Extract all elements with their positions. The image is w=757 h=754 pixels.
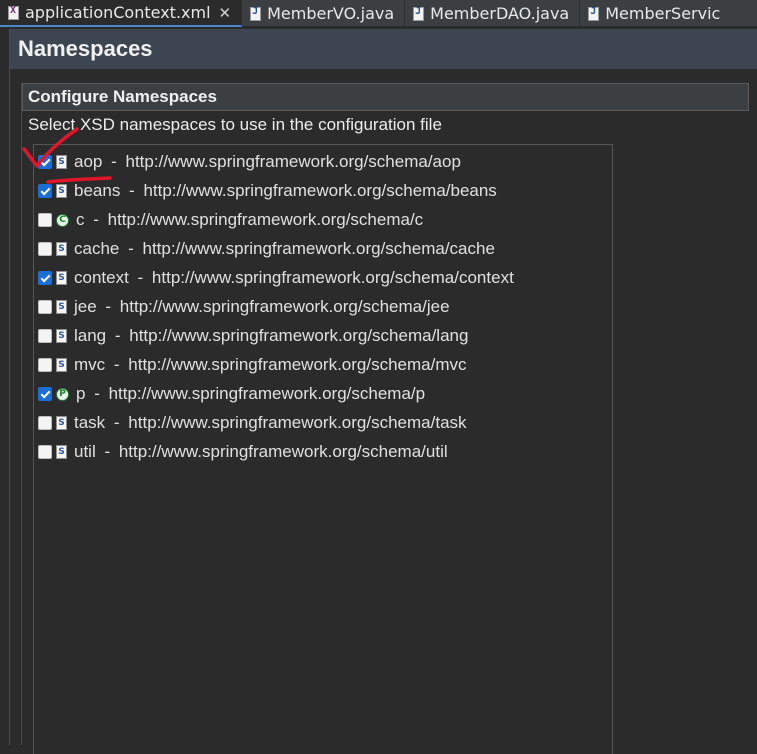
tab-memberdao-java[interactable]: MemberDAO.java <box>405 0 581 27</box>
namespace-row-beans[interactable]: Sbeans - http://www.springframework.org/… <box>38 179 497 203</box>
tab-memberservice-java[interactable]: MemberServic <box>580 0 730 27</box>
namespace-separator: - <box>88 210 104 229</box>
namespace-prefix: c <box>76 210 85 229</box>
namespace-uri: http://www.springframework.org/schema/be… <box>143 181 497 200</box>
namespace-checkbox[interactable] <box>38 445 52 459</box>
namespaces-editor: Namespaces Configure Namespaces Select X… <box>9 29 757 754</box>
namespace-separator: - <box>132 268 148 287</box>
schema-icon: S <box>56 155 67 169</box>
namespace-separator: - <box>109 355 125 374</box>
namespace-prefix: aop <box>74 152 103 171</box>
namespace-separator: - <box>89 384 105 403</box>
tab-label: MemberDAO.java <box>430 4 570 23</box>
tab-membervo-java[interactable]: MemberVO.java <box>242 0 406 27</box>
namespace-uri: http://www.springframework.org/schema/c <box>107 210 424 229</box>
namespace-uri: http://www.springframework.org/schema/co… <box>151 268 514 287</box>
namespace-row-mvc[interactable]: Smvc - http://www.springframework.org/sc… <box>38 353 467 377</box>
schema-icon: S <box>56 184 67 198</box>
namespace-uri: http://www.springframework.org/schema/ao… <box>125 152 461 171</box>
section-description: Select XSD namespaces to use in the conf… <box>28 115 442 134</box>
namespace-uri: http://www.springframework.org/schema/mv… <box>128 355 467 374</box>
schema-icon: S <box>56 271 67 285</box>
tab-label: MemberVO.java <box>267 4 395 23</box>
namespace-separator: - <box>99 442 115 461</box>
namespace-prefix: p <box>76 384 86 403</box>
xml-file-icon <box>8 5 19 20</box>
namespace-prefix: task <box>74 413 106 432</box>
namespace-checkbox[interactable] <box>38 329 52 343</box>
schema-icon: S <box>56 300 67 314</box>
schema-icon: S <box>56 242 67 256</box>
namespace-row-context[interactable]: Scontext - http://www.springframework.or… <box>38 266 514 290</box>
namespace-row-lang[interactable]: Slang - http://www.springframework.org/s… <box>38 324 468 348</box>
namespace-checkbox[interactable] <box>38 155 52 169</box>
java-file-icon <box>588 6 600 21</box>
namespace-separator: - <box>100 297 116 316</box>
namespace-row-task[interactable]: Stask - http://www.springframework.org/s… <box>38 411 467 435</box>
namespace-separator: - <box>124 181 140 200</box>
namespace-prefix: jee <box>74 297 97 316</box>
namespace-checkbox[interactable] <box>38 271 52 285</box>
namespace-row-jee[interactable]: Sjee - http://www.springframework.org/sc… <box>38 295 450 319</box>
namespace-prefix: util <box>74 442 96 461</box>
namespace-checkbox[interactable] <box>38 213 52 227</box>
namespace-uri: http://www.springframework.org/schema/ca… <box>142 239 495 258</box>
namespace-prefix: context <box>74 268 129 287</box>
namespace-uri: http://www.springframework.org/schema/la… <box>129 326 469 345</box>
namespace-row-aop[interactable]: Saop - http://www.springframework.org/sc… <box>38 150 461 174</box>
section-title[interactable]: Configure Namespaces <box>22 83 749 111</box>
namespace-checkbox[interactable] <box>38 242 52 256</box>
namespace-checkbox[interactable] <box>38 300 52 314</box>
namespace-uri: http://www.springframework.org/schema/p <box>108 384 426 403</box>
namespace-separator: - <box>110 326 126 345</box>
namespace-prefix: beans <box>74 181 121 200</box>
namespace-icon: P <box>56 387 69 401</box>
namespace-checkbox[interactable] <box>38 358 52 372</box>
namespace-prefix: lang <box>74 326 107 345</box>
namespace-list[interactable]: Saop - http://www.springframework.org/sc… <box>33 144 613 754</box>
editor-tab-bar: applicationContext.xml ✕ MemberVO.java M… <box>0 0 757 27</box>
java-file-icon <box>413 6 425 21</box>
namespace-checkbox[interactable] <box>38 416 52 430</box>
namespace-separator: - <box>123 239 139 258</box>
namespace-separator: - <box>106 152 122 171</box>
namespace-checkbox[interactable] <box>38 184 52 198</box>
schema-icon: S <box>56 416 67 430</box>
tab-label: applicationContext.xml <box>25 3 211 22</box>
tab-applicationcontext-xml[interactable]: applicationContext.xml ✕ <box>0 0 243 27</box>
namespace-uri: http://www.springframework.org/schema/je… <box>119 297 450 316</box>
schema-icon: S <box>56 358 67 372</box>
schema-icon: S <box>56 445 67 459</box>
schema-icon: S <box>56 329 67 343</box>
configure-namespaces-section: Configure Namespaces Select XSD namespac… <box>21 83 749 754</box>
namespace-checkbox[interactable] <box>38 387 52 401</box>
namespace-row-p[interactable]: Pp - http://www.springframework.org/sche… <box>38 382 425 406</box>
namespace-separator: - <box>109 413 125 432</box>
namespace-row-cache[interactable]: Scache - http://www.springframework.org/… <box>38 237 495 261</box>
namespace-prefix: mvc <box>74 355 106 374</box>
page-title: Namespaces <box>10 29 757 69</box>
namespace-row-util[interactable]: Sutil - http://www.springframework.org/s… <box>38 440 448 464</box>
namespace-uri: http://www.springframework.org/schema/ta… <box>128 413 467 432</box>
tab-label: MemberServic <box>605 4 721 23</box>
java-file-icon <box>250 6 262 21</box>
namespace-row-c[interactable]: Cc - http://www.springframework.org/sche… <box>38 208 423 232</box>
namespace-uri: http://www.springframework.org/schema/ut… <box>118 442 448 461</box>
namespace-icon: C <box>56 213 69 227</box>
close-icon[interactable]: ✕ <box>219 4 232 22</box>
namespace-prefix: cache <box>74 239 120 258</box>
